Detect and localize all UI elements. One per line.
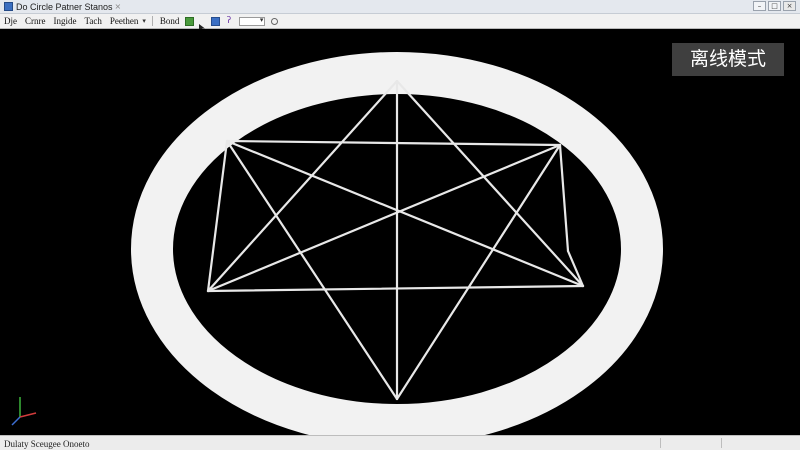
triangle-down-left	[225, 139, 399, 401]
status-panel-1	[660, 438, 721, 448]
snap-icon[interactable]	[185, 16, 195, 26]
menu-item-1[interactable]: Dje	[0, 16, 21, 26]
toolbar-combo[interactable]	[239, 16, 266, 26]
status-text: Dulaty Sceugee Onoeto	[4, 438, 90, 449]
tab-close-icon[interactable]: ×	[115, 2, 122, 11]
axis-x	[19, 412, 37, 418]
minimize-button[interactable]: –	[753, 1, 766, 11]
title-bar: Do Circle Patner Stanos × – □ ×	[0, 0, 800, 14]
layer-icon[interactable]	[211, 16, 221, 26]
menu-item-5[interactable]: Peethen	[106, 16, 143, 26]
menu-item-2[interactable]: Crnre	[21, 16, 50, 26]
diagonal-b	[206, 143, 562, 293]
triangle-down-right	[395, 143, 562, 401]
toolbar-label[interactable]: Bond	[156, 16, 184, 26]
status-bar: Dulaty Sceugee Onoeto	[0, 435, 800, 450]
maximize-button[interactable]: □	[768, 1, 781, 11]
close-button[interactable]: ×	[783, 1, 796, 11]
axis-z	[11, 416, 21, 426]
menu-item-3[interactable]: Ingide	[50, 16, 81, 26]
app-window: Do Circle Patner Stanos × – □ × Dje Crnr…	[0, 0, 800, 450]
drawing-viewport[interactable]	[0, 29, 800, 435]
star-lines	[206, 79, 585, 401]
drawing-canvas[interactable]	[0, 29, 800, 435]
status-panel-2	[721, 438, 782, 448]
window-controls: – □ ×	[753, 1, 796, 11]
menu-dropdown-icon[interactable]: ▾	[142, 17, 149, 25]
cursor-icon[interactable]	[198, 17, 207, 31]
window-title: Do Circle Patner Stanos	[16, 1, 113, 12]
toolbar-separator	[151, 16, 153, 26]
outline-bottom	[206, 284, 585, 293]
app-icon	[4, 2, 13, 11]
outline-top	[225, 139, 562, 147]
menu-bar: Dje Crnre Ingide Tach Peethen ▾ Bond ʔ	[0, 14, 800, 31]
offline-mode-badge: 离线模式	[672, 43, 784, 76]
diagonal-a	[225, 139, 585, 288]
axis-indicator	[11, 397, 37, 426]
status-panels	[660, 438, 782, 448]
draw-icon[interactable]: ʔ	[224, 16, 233, 26]
outline-right-upper	[558, 143, 570, 253]
menu-item-4[interactable]: Tach	[81, 16, 106, 26]
outline-left	[206, 139, 229, 293]
search-icon[interactable]	[271, 17, 279, 25]
